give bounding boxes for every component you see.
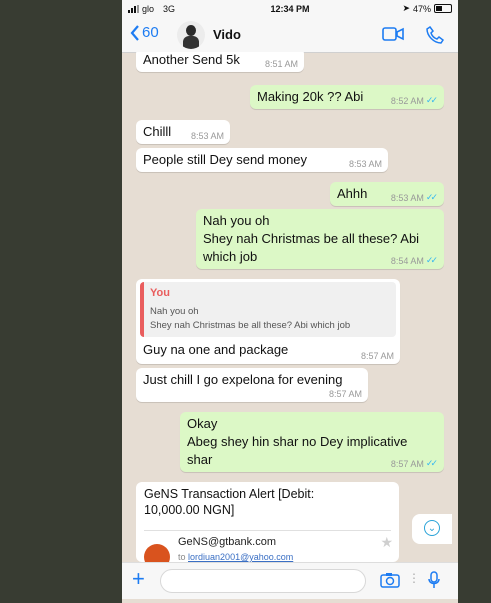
email-to-label: to xyxy=(178,552,186,562)
avatar[interactable] xyxy=(177,21,205,49)
message-time: 8:53 AM xyxy=(190,131,224,141)
chat-area[interactable]: Another Send 5k 8:51 AM Making 20k ?? Ab… xyxy=(122,52,458,562)
message-input[interactable] xyxy=(160,569,366,593)
phone-call-icon[interactable] xyxy=(426,26,444,44)
message-time: 8:53 AM xyxy=(348,159,382,169)
message-text-line: Nah you oh xyxy=(203,213,270,228)
read-ticks-icon: ✓✓ xyxy=(425,255,438,265)
battery-percent: 47% xyxy=(412,3,431,14)
email-screenshot-image[interactable]: GeNS Transaction Alert [Debit: 10,000.00… xyxy=(136,482,399,562)
message-time: 8:52 AM xyxy=(390,95,424,106)
message-text-line: Shey nah Christmas be all these? Abi xyxy=(203,231,420,246)
status-bar: glo 3G 12:34 PM ➤ 47% xyxy=(122,0,458,18)
email-subject-line: 10,000.00 NGN] xyxy=(144,503,235,517)
quoted-message[interactable]: You Nah you oh Shey nah Christmas be all… xyxy=(140,282,396,337)
scroll-down-button[interactable]: ⌄ xyxy=(412,514,452,544)
message-text: People still Dey send money xyxy=(143,152,308,167)
read-ticks-icon: ✓✓ xyxy=(425,458,438,468)
camera-icon[interactable] xyxy=(380,572,400,588)
message-text: Ahhh xyxy=(337,186,368,201)
message-text: Guy na one and package xyxy=(143,342,289,357)
message-bubble[interactable]: People still Dey send money 8:53 AM xyxy=(136,148,388,172)
contact-name[interactable]: Vido xyxy=(213,27,241,42)
scroll-down-icon: ⌄ xyxy=(424,520,440,536)
read-ticks-icon: ✓✓ xyxy=(425,192,438,202)
message-text-line: shar xyxy=(187,452,213,467)
quoted-line: Shey nah Christmas be all these? Abi whi… xyxy=(150,320,351,331)
email-sender: GeNS@gtbank.com xyxy=(178,536,276,548)
message-bubble[interactable]: Chilll 8:53 AM xyxy=(136,120,230,144)
email-recipient: lordiuan2001@yahoo.com xyxy=(188,552,294,562)
message-time: 8:57 AM xyxy=(360,351,394,361)
video-call-icon[interactable] xyxy=(382,26,404,42)
message-text-line: Okay xyxy=(187,416,218,431)
message-text: Just chill I go expelona for evening xyxy=(143,372,343,387)
message-text-line: Abeg shey hin shar no Dey implicative xyxy=(187,434,408,449)
reply-message-bubble[interactable]: You Nah you oh Shey nah Christmas be all… xyxy=(136,279,400,364)
sender-logo xyxy=(144,544,170,562)
location-icon: ➤ xyxy=(402,3,410,13)
message-text: Making 20k ?? Abi xyxy=(257,89,364,104)
phone-screen: glo 3G 12:34 PM ➤ 47% 60 Vido Another Se… xyxy=(122,0,458,603)
message-time: 8:57 AM xyxy=(390,458,424,469)
quoted-author: You xyxy=(150,287,170,299)
message-time: 8:54 AM xyxy=(390,255,424,266)
message-text-line: which job xyxy=(203,249,258,264)
chat-header: 60 Vido xyxy=(122,18,458,53)
message-bubble[interactable]: Another Send 5k 8:51 AM xyxy=(136,52,304,72)
read-ticks-icon: ✓✓ xyxy=(425,95,438,105)
divider xyxy=(144,530,391,531)
message-time: 8:53 AM xyxy=(390,192,424,203)
back-count: 60 xyxy=(142,24,159,41)
plus-icon[interactable]: + xyxy=(132,568,145,590)
star-icon: ★ xyxy=(380,534,393,550)
message-time: 8:51 AM xyxy=(264,59,298,69)
message-text: Another Send 5k xyxy=(143,52,240,67)
message-bubble[interactable]: Okay Abeg shey hin shar no Dey implicati… xyxy=(180,412,444,472)
message-bubble[interactable]: Ahhh 8:53 AM ✓✓ xyxy=(330,182,444,206)
message-time: 8:57 AM xyxy=(328,389,362,399)
separator-dots: ⋮ xyxy=(408,571,420,585)
email-subject-line: GeNS Transaction Alert [Debit: xyxy=(144,487,315,501)
message-bubble[interactable]: Nah you oh Shey nah Christmas be all the… xyxy=(196,209,444,269)
chevron-left-icon xyxy=(130,24,139,41)
message-bubble[interactable]: Just chill I go expelona for evening 8:5… xyxy=(136,368,368,402)
quoted-line: Nah you oh xyxy=(150,306,199,317)
microphone-icon[interactable] xyxy=(428,571,440,589)
message-bubble[interactable]: Making 20k ?? Abi 8:52 AM ✓✓ xyxy=(250,85,444,109)
message-input-bar: + ⋮ xyxy=(122,562,458,599)
message-text: Chilll xyxy=(143,124,172,139)
battery-icon xyxy=(434,4,452,13)
back-button[interactable]: 60 xyxy=(130,24,159,41)
